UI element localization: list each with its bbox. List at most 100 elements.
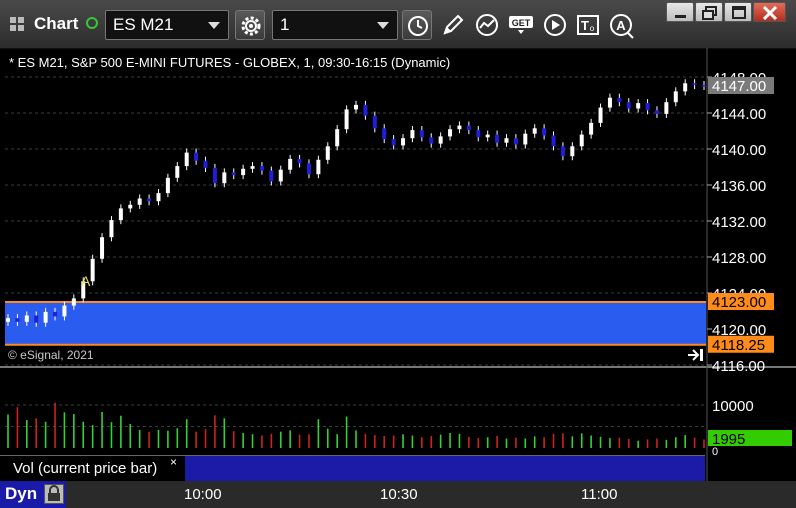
candle-body — [495, 134, 500, 143]
chart-header: * ES M21, S&P 500 E-MINI FUTURES - GLOBE… — [9, 55, 451, 70]
volume-series — [7, 402, 705, 448]
candle-body — [542, 128, 547, 136]
candle-body — [485, 134, 490, 138]
candle-body — [410, 130, 415, 139]
candlestick-series — [6, 79, 706, 327]
candle-body — [589, 122, 594, 135]
copyright-text: © eSignal, 2021 — [8, 348, 94, 362]
candle-body — [664, 102, 669, 114]
candle-body — [269, 170, 274, 182]
candle-body — [128, 204, 133, 209]
candle-body — [184, 152, 189, 167]
price-tick-label: 4116.00 — [712, 358, 765, 375]
volume-zero-label: 0 — [712, 446, 718, 458]
candle-body — [626, 102, 631, 109]
candle-body — [523, 133, 528, 145]
candle-body — [513, 138, 518, 145]
time-tick-label: 10:00 — [184, 486, 222, 503]
candle-body — [165, 177, 170, 194]
volume-tick-label: 10000 — [712, 398, 754, 415]
candle-body — [100, 237, 105, 259]
volume-study-label[interactable]: Vol (current price bar) — [0, 455, 185, 482]
candle-body — [90, 258, 95, 282]
candle-body — [692, 83, 697, 86]
candle-body — [683, 83, 688, 92]
candle-body — [278, 169, 283, 182]
candle-body — [654, 110, 659, 114]
candle-body — [570, 146, 575, 157]
volume-study-name: Vol (current price bar) — [13, 460, 158, 477]
candle-body — [382, 128, 387, 140]
candle-body — [147, 198, 152, 202]
annotation-label[interactable]: A — [81, 273, 91, 289]
candle-body — [156, 193, 161, 202]
candle-body — [645, 103, 650, 111]
time-tick-label: 11:00 — [581, 486, 618, 503]
candle-body — [241, 168, 246, 176]
chart-window: Chart ES M21 1 GET T o A 4144.00 4140.00… — [0, 0, 796, 508]
price-tick-label: 4140.00 — [712, 142, 766, 159]
volume-axis[interactable]: 1000019950 — [708, 398, 792, 458]
candle-body — [532, 128, 537, 134]
candle-body — [62, 305, 67, 317]
candle-body — [231, 172, 236, 176]
candle-body — [429, 137, 434, 144]
candle-body — [391, 139, 396, 146]
candle-body — [288, 158, 293, 170]
candle-body — [24, 315, 29, 322]
candle-body — [194, 152, 199, 161]
candle-body — [335, 129, 340, 147]
last-price-label: 4147.00 — [712, 78, 766, 95]
candle-body — [222, 172, 227, 184]
volume-gridlines — [5, 404, 706, 427]
candle-body — [448, 129, 453, 137]
candle-body — [560, 146, 565, 157]
candle-body — [363, 104, 368, 116]
goto-end-icon[interactable] — [686, 347, 706, 363]
volume-label-bar — [185, 455, 705, 482]
candle-body — [203, 160, 208, 168]
candle-body — [109, 220, 114, 238]
price-tick-label: 4128.00 — [712, 250, 766, 267]
price-tick-label: 4132.00 — [712, 214, 766, 231]
price-tick-label: 4136.00 — [712, 178, 766, 195]
candle-body — [325, 146, 330, 160]
candle-body — [476, 130, 481, 138]
candle-body — [438, 136, 443, 144]
time-tick-label: 10:30 — [380, 486, 418, 503]
lock-icon[interactable] — [44, 484, 64, 504]
candle-body — [137, 198, 142, 205]
volume-study-close-icon[interactable]: × — [170, 455, 177, 469]
candle-body — [702, 85, 706, 87]
candle-body — [372, 115, 377, 129]
candle-body — [306, 163, 311, 175]
candle-body — [551, 135, 556, 147]
price-tick-label: 4144.00 — [712, 106, 766, 123]
price-band-rectangle[interactable] — [5, 302, 706, 345]
candle-body — [212, 167, 217, 184]
candle-body — [6, 318, 10, 322]
price-chart[interactable]: 4148.004144.004140.004136.004132.004128.… — [0, 0, 796, 508]
candle-body — [617, 97, 622, 103]
candle-body — [297, 158, 302, 164]
candle-body — [43, 311, 48, 323]
candle-body — [34, 315, 39, 323]
candle-body — [401, 138, 406, 146]
candle-body — [607, 97, 612, 108]
candle-body — [673, 91, 678, 103]
candle-body — [457, 125, 462, 130]
candle-body — [175, 166, 180, 178]
band-top-label: 4123.00 — [712, 294, 766, 311]
candle-body — [250, 166, 255, 169]
candle-body — [71, 298, 76, 306]
candle-body — [579, 134, 584, 147]
candle-body — [15, 318, 20, 322]
candle-body — [344, 109, 349, 130]
candle-body — [53, 311, 58, 317]
candle-body — [636, 103, 641, 109]
candle-body — [419, 130, 424, 138]
candle-body — [466, 125, 471, 131]
candle-body — [504, 138, 509, 143]
candle-body — [259, 166, 264, 171]
candle-body — [598, 107, 603, 123]
